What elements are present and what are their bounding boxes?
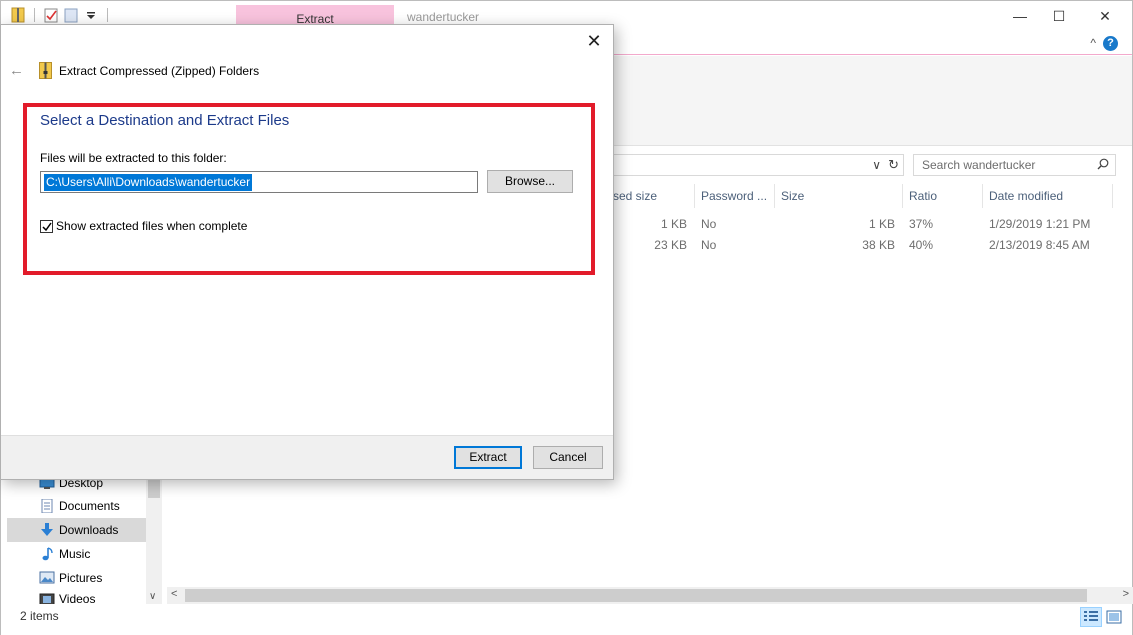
navigation-pane: Desktop Documents Downloads Music Pictur… — [1, 471, 163, 606]
window-title: wandertucker — [407, 10, 480, 24]
customize-toolbar-icon[interactable] — [84, 7, 98, 23]
item-count: 2 items — [20, 609, 59, 623]
cell-size: 1 KB — [868, 217, 895, 231]
large-icons-view-button[interactable] — [1103, 607, 1125, 627]
sidebar-item-videos[interactable]: Videos — [7, 590, 146, 604]
downloads-icon — [41, 523, 53, 536]
column-size[interactable]: Size — [775, 184, 903, 208]
navigation-scrollbar[interactable]: ∨ — [146, 471, 162, 604]
cell-ratio: 37% — [909, 217, 934, 231]
scroll-left-icon[interactable]: < — [171, 588, 177, 600]
cell-password: No — [701, 217, 717, 231]
horizontal-scrollbar[interactable]: < > — [167, 587, 1133, 604]
large-icons-view-icon — [1106, 610, 1122, 624]
details-view-icon — [1084, 611, 1098, 621]
scrollbar-thumb[interactable] — [185, 589, 1087, 602]
help-icon[interactable]: ? — [1103, 36, 1118, 51]
toolbar-separator — [107, 8, 108, 22]
sidebar-item-music[interactable]: Music — [7, 542, 146, 566]
address-bar[interactable]: ∨ ↻ — [601, 154, 904, 176]
show-files-checkbox[interactable] — [40, 220, 53, 233]
cell-password: No — [701, 238, 717, 252]
sidebar-item-pictures[interactable]: Pictures — [7, 566, 146, 590]
cell-date-modified: 1/29/2019 1:21 PM — [989, 217, 1091, 231]
zip-folder-icon[interactable] — [11, 7, 25, 23]
browse-button[interactable]: Browse... — [487, 170, 573, 193]
back-button[interactable]: ← — [9, 62, 24, 79]
scroll-down-icon[interactable]: ∨ — [149, 591, 156, 602]
new-folder-icon[interactable] — [64, 7, 78, 23]
search-placeholder: Search wandertucker — [922, 158, 1036, 172]
quick-access-toolbar — [11, 7, 111, 23]
dialog-title: Extract Compressed (Zipped) Folders — [59, 64, 260, 78]
close-dialog-button[interactable]: ✕ — [583, 31, 605, 53]
cancel-button[interactable]: Cancel — [533, 446, 603, 469]
destination-path-value: C:\Users\Alli\Downloads\wandertucker — [44, 174, 253, 191]
search-icon — [1097, 158, 1109, 170]
column-compressed-size[interactable]: ssed size — [601, 184, 695, 208]
refresh-icon[interactable]: ↻ — [888, 157, 899, 173]
sidebar-item-downloads[interactable]: Downloads — [7, 518, 146, 542]
address-dropdown-icon[interactable]: ∨ — [872, 158, 881, 172]
collapse-ribbon-button[interactable]: ^ — [1090, 36, 1096, 50]
maximize-button[interactable]: ☐ — [1036, 1, 1082, 31]
toolbar-separator — [34, 8, 35, 22]
documents-icon — [41, 499, 53, 513]
cell-size: 38 KB — [862, 238, 895, 252]
videos-icon — [39, 593, 55, 604]
cell-date-modified: 2/13/2019 8:45 AM — [989, 238, 1090, 252]
details-view-button[interactable] — [1080, 607, 1102, 627]
zip-folder-icon — [39, 62, 52, 79]
close-window-button[interactable]: ✕ — [1082, 1, 1128, 31]
destination-label: Files will be extracted to this folder: — [40, 151, 227, 165]
column-date-modified[interactable]: Date modified — [983, 184, 1113, 208]
show-files-label[interactable]: Show extracted files when complete — [56, 219, 247, 233]
dialog-footer: Extract Cancel — [1, 435, 613, 479]
dialog-heading: Select a Destination and Extract Files — [40, 112, 290, 129]
column-password[interactable]: Password ... — [695, 184, 775, 208]
pictures-icon — [39, 571, 55, 584]
checkmark-icon — [42, 222, 52, 232]
search-input[interactable]: Search wandertucker — [913, 154, 1116, 176]
extract-dialog: ✕ ← Extract Compressed (Zipped) Folders … — [0, 24, 614, 480]
properties-icon[interactable] — [44, 7, 58, 23]
status-bar: 2 items — [1, 605, 1132, 635]
column-ratio[interactable]: Ratio — [903, 184, 983, 208]
extract-button[interactable]: Extract — [454, 446, 522, 469]
scroll-right-icon[interactable]: > — [1123, 588, 1129, 600]
destination-path-input[interactable]: C:\Users\Alli\Downloads\wandertucker — [40, 171, 478, 193]
music-icon — [42, 547, 53, 561]
sidebar-item-documents[interactable]: Documents — [7, 494, 146, 518]
cell-ratio: 40% — [909, 238, 934, 252]
